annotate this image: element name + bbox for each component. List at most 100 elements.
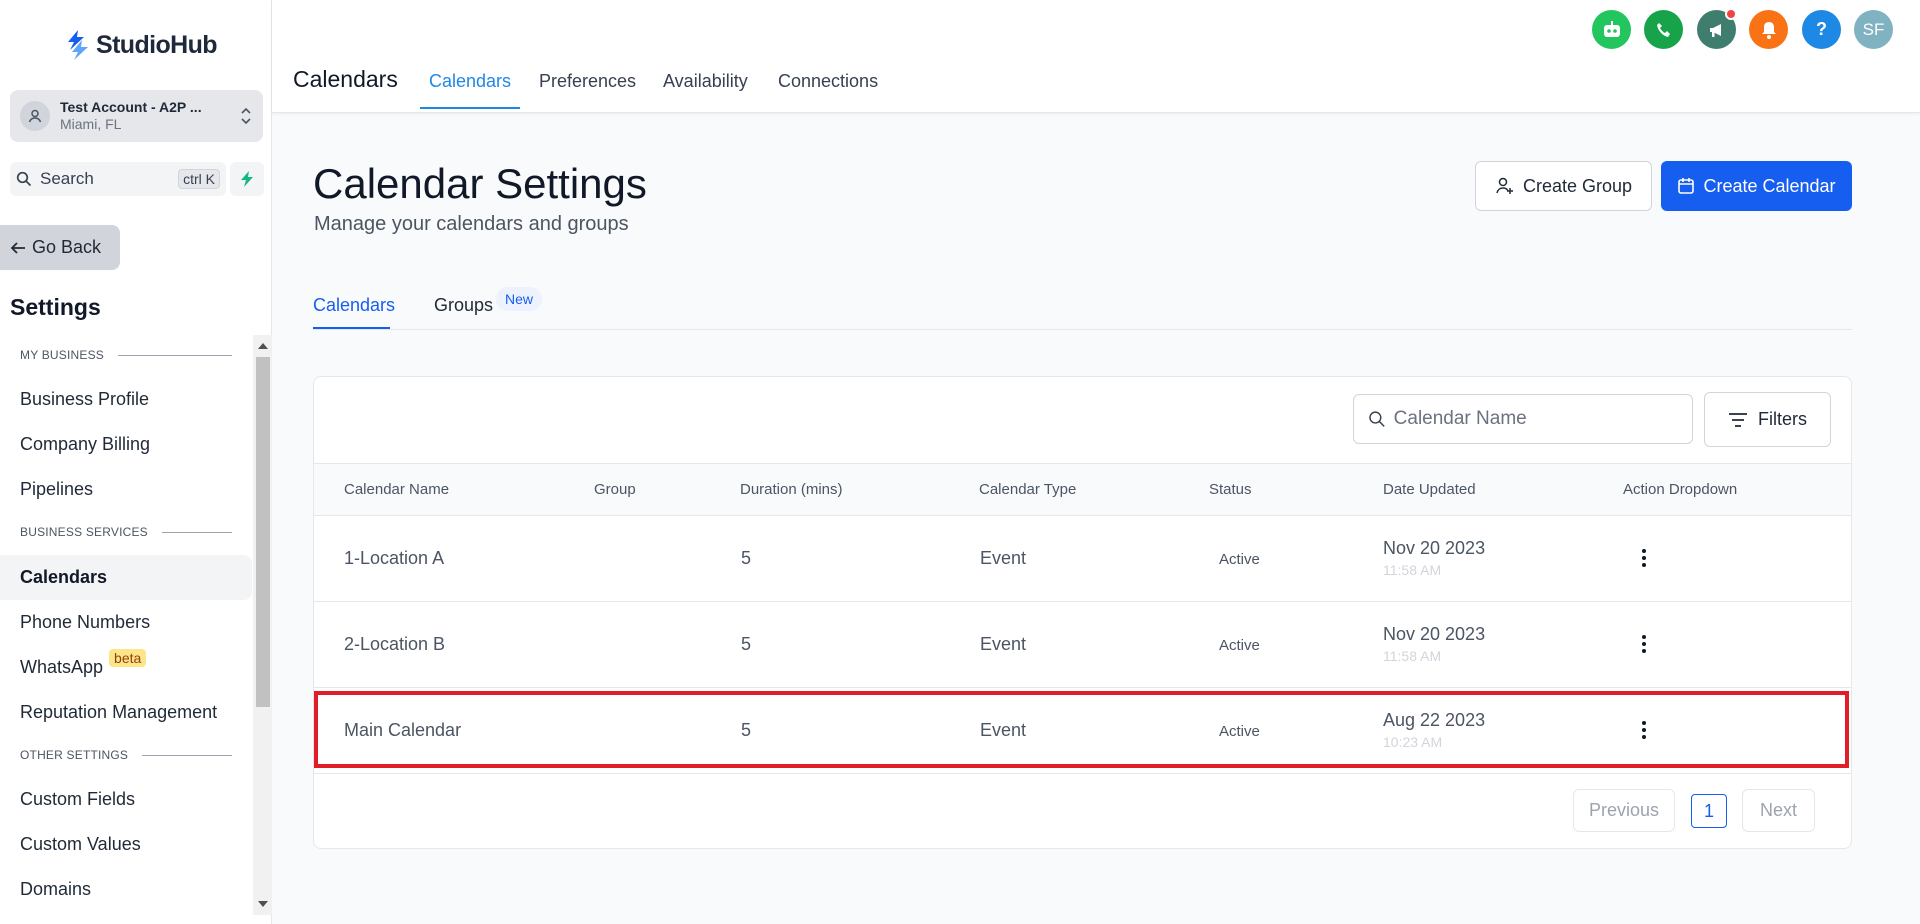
col-action-dropdown: Action Dropdown bbox=[1623, 481, 1738, 498]
chevron-up-down-icon bbox=[241, 107, 251, 125]
notification-dot bbox=[1725, 8, 1737, 20]
cell-date-updated: Aug 22 2023 bbox=[1383, 710, 1486, 730]
cell-calendar-name[interactable]: 1-Location A bbox=[344, 548, 444, 569]
cell-calendar-type: Event bbox=[980, 634, 1027, 654]
scroll-down-arrow[interactable] bbox=[258, 901, 268, 907]
brand-name: StudioHub bbox=[96, 30, 218, 59]
col-calendar-type[interactable]: Calendar Type bbox=[979, 481, 1076, 498]
settings-nav: MY BUSINESS Business Profile Company Bil… bbox=[0, 335, 272, 915]
cell-status: Active bbox=[1219, 723, 1260, 740]
cell-calendar-name[interactable]: Main Calendar bbox=[344, 720, 461, 741]
tab-calendars[interactable]: Calendars bbox=[429, 71, 511, 92]
col-date-updated[interactable]: Date Updated bbox=[1383, 481, 1476, 498]
calendar-search-input[interactable] bbox=[1393, 408, 1678, 430]
new-badge: New bbox=[496, 287, 543, 311]
nav-whatsapp-label: WhatsApp bbox=[20, 657, 104, 677]
table-header: Calendar Name Group Duration (mins) Cale… bbox=[314, 463, 1851, 516]
pagination-next[interactable]: Next bbox=[1742, 789, 1815, 832]
col-calendar-name[interactable]: Calendar Name bbox=[344, 481, 449, 498]
row-actions-kebab-icon[interactable] bbox=[1634, 719, 1654, 743]
cell-duration: 5 bbox=[741, 634, 752, 654]
tabs-divider bbox=[313, 329, 1852, 330]
search-icon bbox=[16, 171, 32, 187]
active-tab-indicator bbox=[420, 107, 520, 109]
section-other-settings: OTHER SETTINGS bbox=[20, 748, 232, 762]
robot-icon[interactable] bbox=[1592, 10, 1631, 49]
nav-pipelines[interactable]: Pipelines bbox=[0, 467, 252, 512]
section-my-business: MY BUSINESS bbox=[20, 348, 232, 362]
quick-action-button[interactable] bbox=[230, 162, 264, 196]
pagination-page-1[interactable]: 1 bbox=[1691, 794, 1727, 828]
page-title: Calendar Settings bbox=[313, 160, 647, 207]
cell-status: Active bbox=[1219, 637, 1260, 654]
nav-custom-values[interactable]: Custom Values bbox=[0, 822, 252, 867]
cell-duration: 5 bbox=[741, 548, 752, 568]
create-calendar-label: Create Calendar bbox=[1703, 175, 1836, 196]
nav-custom-fields[interactable]: Custom Fields bbox=[0, 777, 252, 822]
nav-company-billing[interactable]: Company Billing bbox=[0, 422, 252, 467]
avatar[interactable]: SF bbox=[1854, 10, 1893, 49]
logo-icon bbox=[68, 30, 88, 60]
header-title: Calendars bbox=[293, 66, 398, 92]
calendar-icon bbox=[1678, 178, 1695, 194]
nav-reputation-management[interactable]: Reputation Management bbox=[0, 690, 252, 735]
scroll-thumb[interactable] bbox=[256, 357, 270, 707]
nav-calendars[interactable]: Calendars bbox=[0, 555, 252, 600]
cell-calendar-type: Event bbox=[980, 548, 1027, 568]
sidebar-search[interactable]: Search ctrl K bbox=[10, 162, 226, 196]
table-row[interactable]: Main Calendar 5 Event Active Aug 22 2023… bbox=[314, 688, 1851, 774]
settings-heading: Settings bbox=[10, 294, 101, 320]
account-location: Miami, FL bbox=[60, 116, 122, 132]
filter-icon bbox=[1729, 412, 1747, 427]
nav-phone-numbers[interactable]: Phone Numbers bbox=[0, 600, 252, 645]
cell-duration: 5 bbox=[741, 720, 752, 740]
col-duration[interactable]: Duration (mins) bbox=[740, 481, 843, 498]
tab-connections[interactable]: Connections bbox=[778, 71, 878, 92]
filters-button[interactable]: Filters bbox=[1704, 392, 1831, 447]
create-group-button[interactable]: Create Group bbox=[1475, 161, 1652, 211]
table-row[interactable]: 2-Location B 5 Event Active Nov 20 2023 … bbox=[314, 602, 1851, 688]
scroll-up-arrow[interactable] bbox=[258, 343, 268, 349]
phone-icon[interactable] bbox=[1644, 10, 1683, 49]
search-label: Search bbox=[40, 169, 94, 188]
cell-calendar-name[interactable]: 2-Location B bbox=[344, 634, 445, 655]
calendar-search[interactable] bbox=[1353, 394, 1693, 444]
cell-status: Active bbox=[1219, 551, 1260, 568]
create-group-label: Create Group bbox=[1522, 175, 1633, 196]
go-back-button[interactable]: Go Back bbox=[0, 225, 120, 270]
bell-icon[interactable] bbox=[1749, 10, 1788, 49]
tab-groups[interactable]: Groups bbox=[434, 295, 493, 316]
arrow-left-icon bbox=[10, 241, 25, 254]
account-name: Test Account - A2P ... bbox=[60, 98, 202, 115]
section-business-services: BUSINESS SERVICES bbox=[20, 525, 232, 539]
go-back-label: Go Back bbox=[32, 237, 102, 257]
nav-whatsapp[interactable]: WhatsApp beta bbox=[0, 645, 252, 690]
help-icon[interactable]: ? bbox=[1802, 10, 1841, 49]
lightning-icon bbox=[241, 171, 253, 187]
col-group[interactable]: Group bbox=[594, 481, 636, 498]
col-status[interactable]: Status bbox=[1209, 481, 1252, 498]
nav-domains[interactable]: Domains bbox=[0, 867, 252, 912]
row-actions-kebab-icon[interactable] bbox=[1634, 633, 1654, 657]
cell-calendar-type: Event bbox=[980, 720, 1027, 740]
sidebar-scrollbar[interactable] bbox=[253, 335, 272, 915]
cell-time-updated: 10:23 AM bbox=[1383, 734, 1443, 750]
tab-preferences[interactable]: Preferences bbox=[539, 71, 636, 92]
account-avatar-icon bbox=[20, 101, 50, 131]
pagination-previous[interactable]: Previous bbox=[1573, 789, 1675, 832]
brand-logo[interactable]: StudioHub bbox=[64, 28, 218, 62]
table-row[interactable]: 1-Location A 5 Event Active Nov 20 2023 … bbox=[314, 516, 1851, 602]
cell-date-updated: Nov 20 2023 bbox=[1383, 538, 1486, 558]
tab-availability[interactable]: Availability bbox=[663, 71, 748, 92]
user-plus-icon bbox=[1496, 177, 1513, 194]
cell-date-updated: Nov 20 2023 bbox=[1383, 624, 1486, 644]
create-calendar-button[interactable]: Create Calendar bbox=[1661, 161, 1852, 211]
tab-calendars-list[interactable]: Calendars bbox=[313, 295, 395, 316]
nav-business-profile[interactable]: Business Profile bbox=[0, 377, 252, 422]
account-switcher[interactable]: Test Account - A2P ... Miami, FL bbox=[10, 90, 263, 142]
search-shortcut: ctrl K bbox=[178, 169, 220, 189]
beta-badge: beta bbox=[109, 648, 147, 667]
filters-label: Filters bbox=[1758, 409, 1807, 429]
page-subtitle: Manage your calendars and groups bbox=[314, 213, 629, 235]
row-actions-kebab-icon[interactable] bbox=[1634, 547, 1654, 571]
